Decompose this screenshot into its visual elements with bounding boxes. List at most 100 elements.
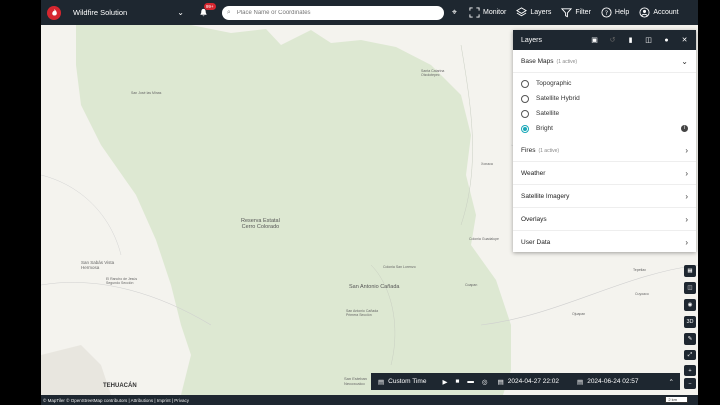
nav-account-label: Account <box>653 9 679 16</box>
measure-button[interactable]: ✎ <box>684 333 696 345</box>
toggle-3d-label: 3D <box>686 319 694 325</box>
section-count: (1 active) <box>538 147 560 154</box>
option-label: Satellite Hybrid <box>536 95 580 102</box>
map-label-xonaca: Xonaca <box>481 162 493 166</box>
save-icon[interactable]: ▣ <box>588 36 601 44</box>
locate-me-button[interactable]: ⌖ <box>452 7 457 18</box>
section-overlays[interactable]: Overlays › <box>513 208 696 231</box>
app-name: Wildfire Solution <box>73 8 128 17</box>
account-icon <box>639 7 650 18</box>
search-input[interactable] <box>234 8 429 17</box>
end-date[interactable]: 2024-06-24 02:57 <box>587 378 638 385</box>
plus-icon: + <box>688 367 692 374</box>
map-label-ojuapan: Ojuapan <box>572 312 586 316</box>
svg-text:?: ? <box>605 9 608 17</box>
chevron-up-icon[interactable]: ⌃ <box>669 378 674 386</box>
layers-panel-header: Layers ▣ ↺ ▮ ◫ ● ✕ <box>513 30 696 50</box>
play-icon[interactable]: ▶ <box>442 378 447 386</box>
app-logo[interactable] <box>47 5 61 20</box>
time-bar: ▤ Custom Time ▶ ■ ▬ ◎ ▤ 2024-04-27 22:02… <box>371 373 680 390</box>
layers-panel-title: Layers <box>521 36 543 44</box>
split-view-icon[interactable]: ◫ <box>642 36 655 44</box>
base-maps-label: Base Maps <box>521 57 554 65</box>
base-maps-count: (1 active) <box>556 58 578 65</box>
time-mode[interactable]: Custom Time <box>388 378 426 385</box>
base-map-satellite-hybrid[interactable]: Satellite Hybrid <box>513 91 696 106</box>
nav-layers-label: Layers <box>530 9 552 16</box>
radio-satellite-hybrid[interactable] <box>521 94 529 103</box>
base-map-topographic[interactable]: Topographic <box>513 76 696 91</box>
section-fires[interactable]: Fires (1 active) › <box>513 139 696 162</box>
nav-monitor-label: Monitor <box>482 9 507 16</box>
undo-icon[interactable]: ↺ <box>606 36 619 44</box>
base-map-options: Topographic Satellite Hybrid Satellite B… <box>513 73 696 136</box>
map-label-tehuacan: TEHUACÁN <box>103 383 137 389</box>
notifications-badge: 99+ <box>203 2 216 10</box>
stop-icon[interactable]: ■ <box>455 378 459 385</box>
map-label-san-sabas: San Sabás Vista Hermosa <box>81 260 115 270</box>
screenshot-button[interactable]: ◉ <box>684 299 696 311</box>
video-icon[interactable]: ▬ <box>467 378 474 385</box>
chevron-right-icon: › <box>685 145 688 155</box>
section-user-data[interactable]: User Data › <box>513 231 696 253</box>
search-box[interactable]: ⌕ <box>221 5 444 20</box>
map-label-san-jose: San José las Minas <box>131 91 162 95</box>
map-label-tepetlax: Tepetlax <box>633 268 647 272</box>
attribution-text[interactable]: © MapTiler © OpenStreetMap contributors … <box>43 398 665 403</box>
nav-layers[interactable]: Layers <box>516 7 551 18</box>
calendar-icon[interactable]: ▤ <box>378 378 384 386</box>
toggle-3d-button[interactable]: 3D <box>684 316 696 328</box>
chevron-down-icon: ⌄ <box>681 56 688 66</box>
section-satellite-imagery[interactable]: Satellite Imagery › <box>513 185 696 208</box>
map-book-button[interactable]: ▦ <box>684 265 696 277</box>
map-label-el-rancho: El Rancho de Jesús Segundo Sección <box>106 277 138 285</box>
close-icon[interactable]: ✕ <box>678 36 691 44</box>
info-icon[interactable]: ● <box>660 37 673 44</box>
nav-help-label: Help <box>614 9 630 16</box>
info-icon[interactable]: i <box>681 125 688 132</box>
help-icon: ? <box>601 7 612 18</box>
section-label: Satellite Imagery <box>521 192 570 200</box>
expand-icon: ⤢ <box>687 351 693 358</box>
fullscreen-button[interactable]: ⤢ <box>684 350 696 360</box>
section-weather[interactable]: Weather › <box>513 162 696 185</box>
compare-button[interactable]: ◫ <box>684 282 696 294</box>
section-label: Fires <box>521 146 536 154</box>
radio-topographic[interactable] <box>521 79 529 88</box>
nav-account[interactable]: Account <box>639 7 679 18</box>
section-label: Weather <box>521 169 546 177</box>
trash-icon[interactable]: ▮ <box>624 36 637 44</box>
map-label-reserve: Reserva Estatal Cerro Colorado <box>241 218 280 230</box>
map-label-colonia-san-lorenzo: Colonia San Lorenzo <box>383 265 416 269</box>
layers-icon <box>516 7 528 17</box>
section-label: User Data <box>521 238 551 246</box>
option-label: Bright <box>536 125 553 132</box>
nav-help[interactable]: ? Help <box>601 7 629 18</box>
radio-satellite[interactable] <box>521 109 529 118</box>
notifications-button[interactable]: 99+ <box>198 2 216 19</box>
top-bar: Wildfire Solution ⌄ 99+ ⌕ ⌖ Monitor Laye… <box>41 0 698 25</box>
ruler-icon: ✎ <box>687 336 693 342</box>
filter-icon <box>561 8 573 18</box>
start-date[interactable]: 2024-04-27 22:02 <box>508 378 559 385</box>
nav-monitor[interactable]: Monitor <box>469 7 506 18</box>
map-label-coapan: Coapan <box>465 283 478 287</box>
zoom-out-button[interactable]: − <box>684 378 696 389</box>
section-base-maps[interactable]: Base Maps (1 active) ⌄ <box>513 50 696 73</box>
zoom-in-button[interactable]: + <box>684 365 696 376</box>
chevron-right-icon: › <box>685 237 688 247</box>
nav-filter[interactable]: Filter <box>561 7 591 18</box>
base-map-satellite[interactable]: Satellite <box>513 106 696 121</box>
monitor-frame-icon <box>469 7 480 18</box>
app-switcher-chevron-icon[interactable]: ⌄ <box>177 8 184 17</box>
base-map-bright[interactable]: Bright i <box>513 121 696 136</box>
map-icon: ▦ <box>687 268 693 274</box>
map-label-san-esteban: San Esteban Necoxcalco <box>344 376 367 386</box>
broadcast-icon[interactable]: ◎ <box>482 378 488 386</box>
scale-bar: 2 km <box>665 397 688 403</box>
radio-bright[interactable] <box>521 124 529 133</box>
app-window: Reserva Estatal Cerro Colorado San Anton… <box>41 0 698 405</box>
split-icon: ◫ <box>687 285 693 291</box>
minus-icon: − <box>688 380 692 387</box>
attribution-bar: © MapTiler © OpenStreetMap contributors … <box>41 395 698 405</box>
